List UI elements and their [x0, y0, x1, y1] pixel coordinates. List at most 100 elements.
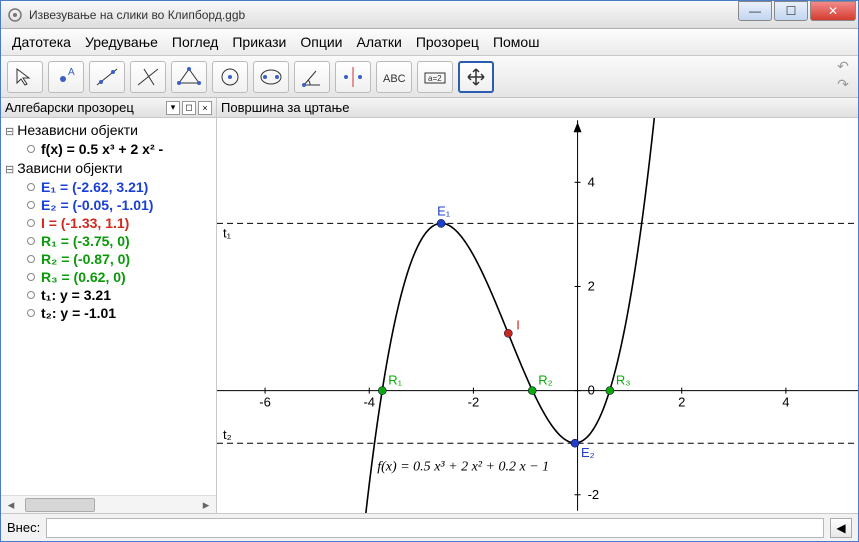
svg-text:a=2: a=2	[428, 74, 442, 83]
algebra-panel-controls: ▾ ◻ ×	[166, 101, 212, 115]
redo-button[interactable]: ↷	[834, 76, 852, 92]
dependent-group[interactable]: Зависни објекти	[5, 160, 212, 176]
panel-toggle-icon[interactable]: ▾	[166, 101, 180, 115]
tool-circle[interactable]	[212, 61, 248, 93]
tree-item-t2[interactable]: t₂: y = -1.01	[5, 304, 212, 322]
undo-redo-group: ↶ ↷	[834, 58, 852, 92]
panel-dock-icon[interactable]: ◻	[182, 101, 196, 115]
menu-view[interactable]: Поглед	[165, 31, 225, 53]
tree-item-r2[interactable]: R₂ = (-0.87, 0)	[5, 250, 212, 268]
dependent-label: Зависни објекти	[5, 160, 122, 176]
svg-text:E₁: E₁	[437, 203, 451, 218]
minimize-button[interactable]: —	[738, 1, 772, 21]
bullet-icon	[27, 237, 35, 245]
tree-item-t1[interactable]: t₁: y = 3.21	[5, 286, 212, 304]
svg-text:t₂: t₂	[223, 427, 232, 442]
tree-item-fx[interactable]: f(x) = 0.5 x³ + 2 x² -	[5, 140, 212, 158]
r2-label: R₂ = (-0.87, 0)	[41, 251, 130, 267]
app-icon	[7, 7, 23, 23]
menu-window[interactable]: Прозорец	[409, 31, 486, 53]
app-window: Извезување на слики во Клипборд.ggb — ☐ …	[0, 0, 859, 542]
t2-label: t₂: y = -1.01	[41, 305, 116, 321]
tool-point[interactable]: A	[48, 61, 84, 93]
bullet-icon	[27, 201, 35, 209]
input-bar: Внес: ◀	[1, 513, 858, 541]
svg-text:t₁: t₁	[223, 225, 232, 240]
panel-close-icon[interactable]: ×	[198, 101, 212, 115]
menu-options[interactable]: Опции	[293, 31, 349, 53]
independent-label: Независни објекти	[5, 122, 138, 138]
tool-ellipse[interactable]	[253, 61, 289, 93]
content-area: Алгебарски прозорец ▾ ◻ × Независни обје…	[1, 98, 858, 513]
svg-text:R₃: R₃	[616, 373, 631, 388]
svg-text:4: 4	[782, 395, 789, 410]
bullet-icon	[27, 273, 35, 281]
toolbar: A ABC a=2 ↶	[1, 56, 858, 98]
tree-item-e1[interactable]: E₁ = (-2.62, 3.21)	[5, 178, 212, 196]
drawing-panel: Површина за цртање -6-4-224-2024t₁t₂E₁E₂…	[217, 98, 858, 513]
bullet-icon	[27, 183, 35, 191]
svg-text:-2: -2	[588, 487, 600, 502]
tool-angle[interactable]	[294, 61, 330, 93]
scroll-right-icon[interactable]: ▸	[198, 497, 214, 513]
graphics-view[interactable]: -6-4-224-2024t₁t₂E₁E₂IR₁R₂R₃f(x) = 0.5 x…	[217, 118, 858, 513]
window-title: Извезување на слики во Клипборд.ggb	[29, 8, 736, 22]
fx-label: f(x) = 0.5 x³ + 2 x² -	[41, 141, 163, 157]
undo-button[interactable]: ↶	[834, 58, 852, 74]
svg-text:A: A	[68, 67, 75, 78]
input-help-button[interactable]: ◀	[830, 518, 852, 538]
svg-text:ABC: ABC	[383, 73, 406, 85]
input-label: Внес:	[7, 520, 40, 535]
menu-file[interactable]: Датотека	[5, 31, 78, 53]
drawing-header: Површина за цртање	[217, 98, 858, 118]
window-controls: — ☐ ✕	[736, 1, 856, 21]
menu-help[interactable]: Помош	[486, 31, 547, 53]
tool-reflect[interactable]	[335, 61, 371, 93]
r3-label: R₃ = (0.62, 0)	[41, 269, 126, 285]
independent-group[interactable]: Независни објекти	[5, 122, 212, 138]
scroll-thumb[interactable]	[25, 498, 95, 512]
menu-tools[interactable]: Алатки	[349, 31, 408, 53]
titlebar: Извезување на слики во Клипборд.ggb — ☐ …	[1, 1, 858, 29]
i-label: I = (-1.33, 1.1)	[41, 215, 129, 231]
tool-line[interactable]	[89, 61, 125, 93]
tree-item-e2[interactable]: E₂ = (-0.05, -1.01)	[5, 196, 212, 214]
scroll-left-icon[interactable]: ◂	[3, 497, 19, 513]
bullet-icon	[27, 309, 35, 317]
svg-text:-2: -2	[468, 395, 480, 410]
svg-text:2: 2	[678, 395, 685, 410]
svg-text:R₂: R₂	[538, 373, 552, 388]
tool-polygon[interactable]	[171, 61, 207, 93]
r1-label: R₁ = (-3.75, 0)	[41, 233, 130, 249]
bullet-icon	[27, 145, 35, 153]
t1-label: t₁: y = 3.21	[41, 287, 111, 303]
tool-perpendicular[interactable]	[130, 61, 166, 93]
svg-text:-6: -6	[259, 395, 271, 410]
e1-label: E₁ = (-2.62, 3.21)	[41, 179, 148, 195]
menubar: Датотека Уредување Поглед Прикази Опции …	[1, 29, 858, 56]
tool-move[interactable]	[7, 61, 43, 93]
svg-text:0: 0	[588, 383, 595, 398]
tool-slider[interactable]: a=2	[417, 61, 453, 93]
tree-item-r3[interactable]: R₃ = (0.62, 0)	[5, 268, 212, 286]
input-field[interactable]	[46, 518, 824, 538]
menu-edit[interactable]: Уредување	[78, 31, 165, 53]
algebra-title: Алгебарски прозорец	[5, 100, 134, 115]
menu-perspectives[interactable]: Прикази	[225, 31, 293, 53]
tool-text[interactable]: ABC	[376, 61, 412, 93]
bullet-icon	[27, 291, 35, 299]
bullet-icon	[27, 219, 35, 227]
svg-text:E₂: E₂	[581, 445, 595, 460]
svg-text:4: 4	[588, 174, 595, 189]
tree-item-i[interactable]: I = (-1.33, 1.1)	[5, 214, 212, 232]
svg-text:f(x) = 0.5 x³ + 2 x² + 0.2 x: f(x) = 0.5 x³ + 2 x² + 0.2 x − 1	[377, 460, 549, 475]
drawing-title: Површина за цртање	[221, 100, 349, 115]
algebra-scrollbar[interactable]: ◂ ▸	[1, 495, 216, 513]
tree-item-r1[interactable]: R₁ = (-3.75, 0)	[5, 232, 212, 250]
tool-move-view[interactable]	[458, 61, 494, 93]
svg-text:2: 2	[588, 278, 595, 293]
algebra-tree: Независни објекти f(x) = 0.5 x³ + 2 x² -…	[1, 118, 216, 495]
plot-svg: -6-4-224-2024t₁t₂E₁E₂IR₁R₂R₃f(x) = 0.5 x…	[217, 118, 858, 513]
maximize-button[interactable]: ☐	[774, 1, 808, 21]
close-button[interactable]: ✕	[810, 1, 856, 21]
